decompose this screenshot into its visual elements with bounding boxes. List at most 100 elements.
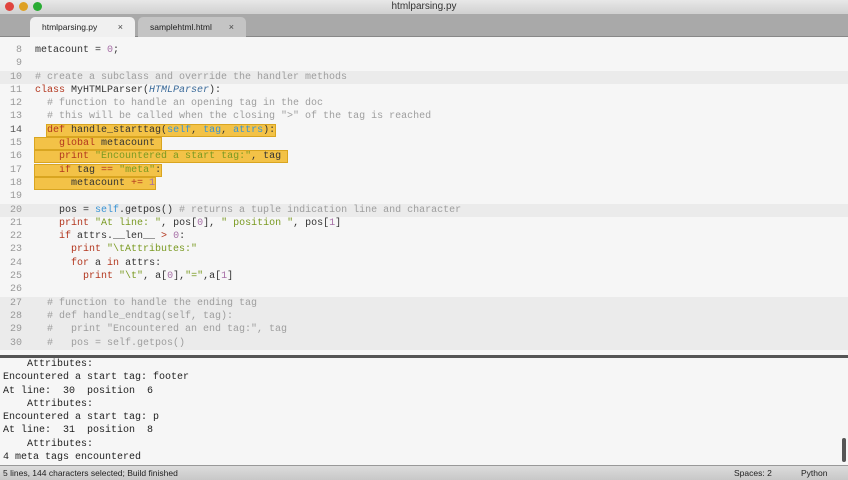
code-line[interactable]: 25 print "\t", a[0],"=",a[1] xyxy=(0,270,848,283)
code-line[interactable]: 24 for a in attrs: xyxy=(0,257,848,270)
code-line[interactable]: 26 xyxy=(0,283,848,296)
zoom-window-button[interactable] xyxy=(33,2,42,11)
output-scrollbar[interactable] xyxy=(842,438,846,462)
line-number: 19 xyxy=(9,191,22,203)
minimize-window-button[interactable] xyxy=(19,2,28,11)
tab-bar: htmlparsing.py × samplehtml.html × xyxy=(0,14,848,37)
line-number: 24 xyxy=(9,257,22,269)
code-token: attrs.__len__ xyxy=(71,231,162,243)
line-number: 15 xyxy=(9,138,22,150)
code-line[interactable]: 27 # function to handle the ending tag xyxy=(0,296,848,310)
code-text: print "\tAttributes:" xyxy=(35,243,197,256)
code-line[interactable]: 11 class MyHTMLParser(HTMLParser): xyxy=(0,84,848,97)
line-number: 18 xyxy=(9,177,22,189)
code-token: "=" xyxy=(185,271,204,283)
code-token: "\tAttributes:" xyxy=(107,244,198,256)
code-line[interactable]: 13 # this will be called when the closin… xyxy=(0,110,848,123)
code-token: # function to handle an opening tag in t… xyxy=(47,98,324,110)
code-text: # pos = self.getpos() xyxy=(35,337,185,350)
code-token: handle_starttag( xyxy=(65,124,168,136)
line-number: 10 xyxy=(9,71,22,83)
line-number: 17 xyxy=(9,164,22,176)
code-editor[interactable]: 8 metacount = 0; 9 10 # create a subclass an… xyxy=(0,37,848,355)
code-text: # print "Encountered an end tag:", tag xyxy=(35,323,287,336)
code-token: self xyxy=(95,204,120,216)
output-line: Encountered a start tag: p xyxy=(3,412,160,424)
code-line[interactable]: 20 pos = self.getpos() # returns a tuple… xyxy=(0,203,848,217)
line-number: 27 xyxy=(9,297,22,309)
syntax-setting[interactable]: Python xyxy=(801,466,827,480)
code-line[interactable]: 14 def handle_starttag(self, tag, attrs)… xyxy=(0,123,848,137)
window-title: htmlparsing.py xyxy=(391,1,457,12)
code-token: ], xyxy=(203,217,222,229)
code-token: : xyxy=(179,231,186,243)
output-line: At line: 31 position 8 xyxy=(3,425,154,437)
close-tab-icon[interactable]: × xyxy=(118,17,123,37)
code-token: , tag xyxy=(251,151,288,163)
code-token: # function to handle the ending tag xyxy=(47,297,258,309)
code-line[interactable]: 30 # pos = self.getpos() xyxy=(0,336,848,350)
close-tab-icon[interactable]: × xyxy=(229,17,234,37)
code-text: # function to handle an opening tag in t… xyxy=(35,97,323,110)
code-line[interactable]: 12 # function to handle an opening tag i… xyxy=(0,97,848,110)
status-bar: 5 lines, 144 characters selected; Build … xyxy=(0,465,848,480)
code-text: def handle_starttag(self, tag, attrs): xyxy=(35,123,277,137)
code-token: "\t" xyxy=(119,271,144,283)
line-number: 25 xyxy=(9,271,22,283)
code-token: # create a subclass and override the han… xyxy=(35,71,348,83)
code-token: metacount xyxy=(95,138,162,150)
tab-samplehtml[interactable]: samplehtml.html × xyxy=(138,17,246,37)
code-line[interactable]: 29 # print "Encountered an end tag:", ta… xyxy=(0,323,848,337)
output-line: Encountered a start tag: footer xyxy=(3,372,190,384)
code-token: # def handle_endtag(self, tag): xyxy=(47,310,234,322)
code-line[interactable]: 18 metacount += 1 xyxy=(0,176,848,190)
code-token: # returns a tuple indication line and ch… xyxy=(179,204,462,216)
code-line[interactable]: 21 print "At line: ", pos[0], " position… xyxy=(0,217,848,230)
code-line[interactable]: 16 print "Encountered a start tag:", tag xyxy=(0,150,848,164)
tab-label: samplehtml.html xyxy=(150,22,212,32)
code-token: " position " xyxy=(221,217,294,229)
code-token: global xyxy=(59,138,96,150)
code-token: "At line: " xyxy=(95,217,162,229)
tab-htmlparsing[interactable]: htmlparsing.py × xyxy=(30,17,135,37)
code-token: tag xyxy=(71,164,102,176)
code-token: print xyxy=(59,151,90,163)
code-token: a xyxy=(89,257,108,269)
code-token: # pos = self.getpos() xyxy=(47,337,186,349)
close-window-button[interactable] xyxy=(5,2,14,11)
code-token: metacount = xyxy=(35,45,108,56)
code-line[interactable]: 15 global metacount xyxy=(0,137,848,151)
code-line[interactable]: 19 xyxy=(0,190,848,203)
code-token: tag xyxy=(203,124,222,136)
code-line[interactable]: 10 # create a subclass and override the h… xyxy=(0,70,848,84)
build-output-panel[interactable]: Attributes: Encountered a start tag: foot… xyxy=(0,358,848,465)
code-line[interactable]: 17 if tag == "meta": xyxy=(0,163,848,177)
code-line[interactable]: 28 # def handle_endtag(self, tag): xyxy=(0,309,848,324)
code-line[interactable]: 23 print "\tAttributes:" xyxy=(0,243,848,256)
code-text: print "\t", a[0],"=",a[1] xyxy=(35,270,233,283)
code-line[interactable]: 22 if attrs.__len__ > 0: xyxy=(0,230,848,243)
selection-highlight: print "Encountered a start tag:", tag xyxy=(33,150,289,164)
code-line[interactable]: 9 xyxy=(0,57,848,70)
code-token: ): xyxy=(209,84,222,96)
code-token: if xyxy=(59,231,72,243)
indentation-setting[interactable]: Spaces: 2 xyxy=(734,466,772,480)
code-token: # print "Encountered an end tag:", tag xyxy=(47,324,288,336)
code-text: # function to handle the ending tag xyxy=(35,297,257,310)
code-line[interactable]: 8 metacount = 0; xyxy=(0,44,848,57)
status-message: 5 lines, 144 characters selected; Build … xyxy=(3,468,178,478)
line-number: 30 xyxy=(9,337,22,349)
line-number: 11 xyxy=(9,84,22,96)
output-line: 4 meta tags encountered xyxy=(3,452,142,464)
code-token: # this will be called when the closing "… xyxy=(47,111,432,123)
